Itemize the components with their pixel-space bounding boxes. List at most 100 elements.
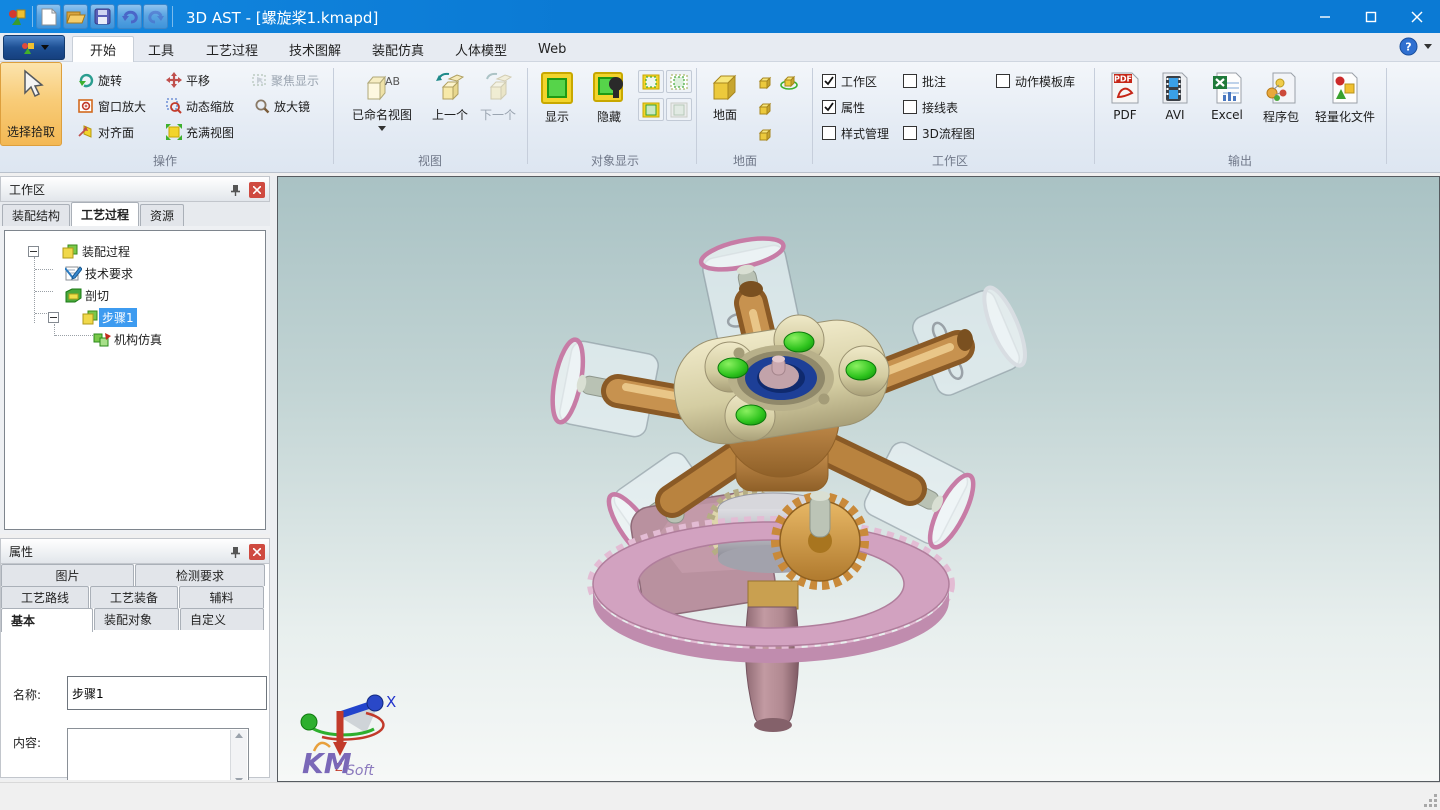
export-lightweight-button[interactable]: 轻量化文件 xyxy=(1310,66,1380,148)
workspace-close-button[interactable] xyxy=(249,182,265,198)
panel-splitter[interactable] xyxy=(270,176,277,782)
export-excel-button[interactable]: Excel xyxy=(1202,66,1252,148)
maximize-button[interactable] xyxy=(1348,0,1394,33)
collapse-icon[interactable] xyxy=(28,246,39,257)
tab-process-tree[interactable]: 工艺过程 xyxy=(71,202,139,226)
ground-ring-button[interactable] xyxy=(776,70,802,93)
tab-assembly-sim[interactable]: 装配仿真 xyxy=(355,36,441,62)
tree-row[interactable]: 技术要求 xyxy=(5,263,136,283)
object-display-mode2-button[interactable] xyxy=(666,70,692,93)
collapse-icon[interactable] xyxy=(48,312,59,323)
object-display-mode3-button[interactable] xyxy=(638,98,664,121)
ground-small3-button[interactable] xyxy=(752,122,778,145)
content-scrollbar[interactable] xyxy=(230,730,247,780)
window-zoom-button[interactable]: 窗口放大 xyxy=(74,94,150,118)
tree-row[interactable]: 剖切 xyxy=(5,285,112,305)
tree-node-label[interactable]: 装配过程 xyxy=(79,242,133,261)
scroll-up-icon[interactable] xyxy=(235,733,243,738)
dynamic-zoom-button[interactable]: 动态缩放 xyxy=(162,94,238,118)
tab-basic[interactable]: 基本 xyxy=(1,608,93,632)
help-button[interactable]: ? xyxy=(1399,37,1418,56)
pin-icon xyxy=(230,184,241,197)
checkbox-properties[interactable]: 属性 xyxy=(822,96,865,118)
rotate-button[interactable]: 旋转 xyxy=(74,68,126,92)
ribbon-tab-row: 开始 工具 工艺过程 技术图解 装配仿真 人体模型 Web ? xyxy=(0,33,1440,62)
group-separator xyxy=(333,68,334,164)
svg-text:AB: AB xyxy=(385,75,400,88)
tab-web[interactable]: Web xyxy=(521,36,583,62)
tab-assembly-object[interactable]: 装配对象 xyxy=(94,608,179,630)
resize-grip-icon[interactable] xyxy=(1424,794,1438,808)
name-input[interactable] xyxy=(67,676,267,710)
export-package-button[interactable]: 程序包 xyxy=(1254,66,1308,148)
checkbox-3d-flowchart[interactable]: 3D流程图 xyxy=(903,122,975,144)
object-display-mode4-button[interactable] xyxy=(666,98,692,121)
tree-row[interactable]: 装配过程 xyxy=(5,241,133,261)
save-button[interactable] xyxy=(90,4,115,29)
window-zoom-icon xyxy=(78,98,94,114)
tree-node-label[interactable]: 机构仿真 xyxy=(111,330,165,349)
export-avi-button[interactable]: AVI xyxy=(1152,66,1198,148)
tree-row[interactable]: 步骤1 xyxy=(5,307,137,327)
tab-process-route[interactable]: 工艺路线 xyxy=(1,586,89,608)
tab-process[interactable]: 工艺过程 xyxy=(189,36,275,62)
tree-row[interactable]: 机构仿真 xyxy=(5,329,165,349)
undo-button[interactable] xyxy=(117,4,142,29)
select-pick-button[interactable]: 选择拾取 xyxy=(0,62,62,146)
ground-small-button[interactable] xyxy=(752,70,778,93)
tab-resources[interactable]: 资源 xyxy=(140,204,184,226)
magnifier-button[interactable]: 放大镜 xyxy=(250,94,314,118)
previous-view-button[interactable]: 上一个 xyxy=(427,66,473,148)
checkbox-wiring-table[interactable]: 接线表 xyxy=(903,96,958,118)
pin-button[interactable] xyxy=(227,544,243,560)
new-file-button[interactable] xyxy=(36,4,61,29)
undo-icon xyxy=(121,9,139,25)
3d-viewport[interactable]: X Z KM Soft xyxy=(277,176,1440,782)
content-textarea[interactable] xyxy=(67,728,249,780)
export-pdf-button[interactable]: PDF PDF xyxy=(1102,66,1148,148)
logo-km-text: KM xyxy=(302,747,352,780)
checkbox-workspace[interactable]: 工作区 xyxy=(822,70,877,92)
hide-button[interactable]: 隐藏 xyxy=(585,66,633,148)
pan-button[interactable]: 平移 xyxy=(162,68,214,92)
application-menu-button[interactable] xyxy=(3,35,65,60)
content-field-label: 内容: xyxy=(13,734,41,751)
tab-tech-diagram[interactable]: 技术图解 xyxy=(272,36,358,62)
tab-human-model[interactable]: 人体模型 xyxy=(438,36,524,62)
minimize-button[interactable] xyxy=(1302,0,1348,33)
scroll-down-icon[interactable] xyxy=(235,778,243,780)
propeller-assembly-model: X Z KM Soft xyxy=(278,177,1439,781)
tab-auxiliary[interactable]: 辅料 xyxy=(179,586,264,608)
tab-assembly-structure[interactable]: 装配结构 xyxy=(2,204,70,226)
tab-custom[interactable]: 自定义 xyxy=(180,608,264,630)
tab-tools[interactable]: 工具 xyxy=(131,36,191,62)
pdf-icon: PDF xyxy=(1110,71,1140,105)
show-button[interactable]: 显示 xyxy=(533,66,581,148)
redo-button[interactable] xyxy=(143,4,168,29)
object-display-mode1-button[interactable] xyxy=(638,70,664,93)
help-dropdown-arrow-icon[interactable] xyxy=(1424,44,1432,49)
align-face-button[interactable]: 对齐面 xyxy=(74,120,138,144)
tab-process-equipment[interactable]: 工艺装备 xyxy=(90,586,178,608)
close-button[interactable] xyxy=(1394,0,1440,33)
open-file-button[interactable] xyxy=(63,4,88,29)
ground-small2-button[interactable] xyxy=(752,96,778,119)
tree-node-label[interactable]: 剖切 xyxy=(82,286,112,305)
tab-home[interactable]: 开始 xyxy=(72,36,134,62)
tab-picture[interactable]: 图片 xyxy=(1,564,134,586)
fit-view-button[interactable]: 充满视图 xyxy=(162,120,238,144)
group-label-ground: 地面 xyxy=(705,152,785,169)
window-title: 3D AST - [螺旋桨1.kmapd] xyxy=(186,7,378,28)
ground-button[interactable]: 地面 xyxy=(702,66,748,148)
tab-inspection[interactable]: 检测要求 xyxy=(135,564,265,586)
checkbox-annotation[interactable]: 批注 xyxy=(903,70,946,92)
kmsoft-logo: KM Soft xyxy=(302,743,374,780)
checkbox-unchecked-icon xyxy=(903,74,917,88)
tree-node-label-selected[interactable]: 步骤1 xyxy=(99,308,137,327)
checkbox-action-template-lib[interactable]: 动作模板库 xyxy=(996,70,1075,92)
checkbox-style-manager[interactable]: 样式管理 xyxy=(822,122,889,144)
tree-node-label[interactable]: 技术要求 xyxy=(82,264,136,283)
named-views-button[interactable]: AB 已命名视图 xyxy=(341,66,423,148)
properties-close-button[interactable] xyxy=(249,544,265,560)
pin-button[interactable] xyxy=(227,182,243,198)
